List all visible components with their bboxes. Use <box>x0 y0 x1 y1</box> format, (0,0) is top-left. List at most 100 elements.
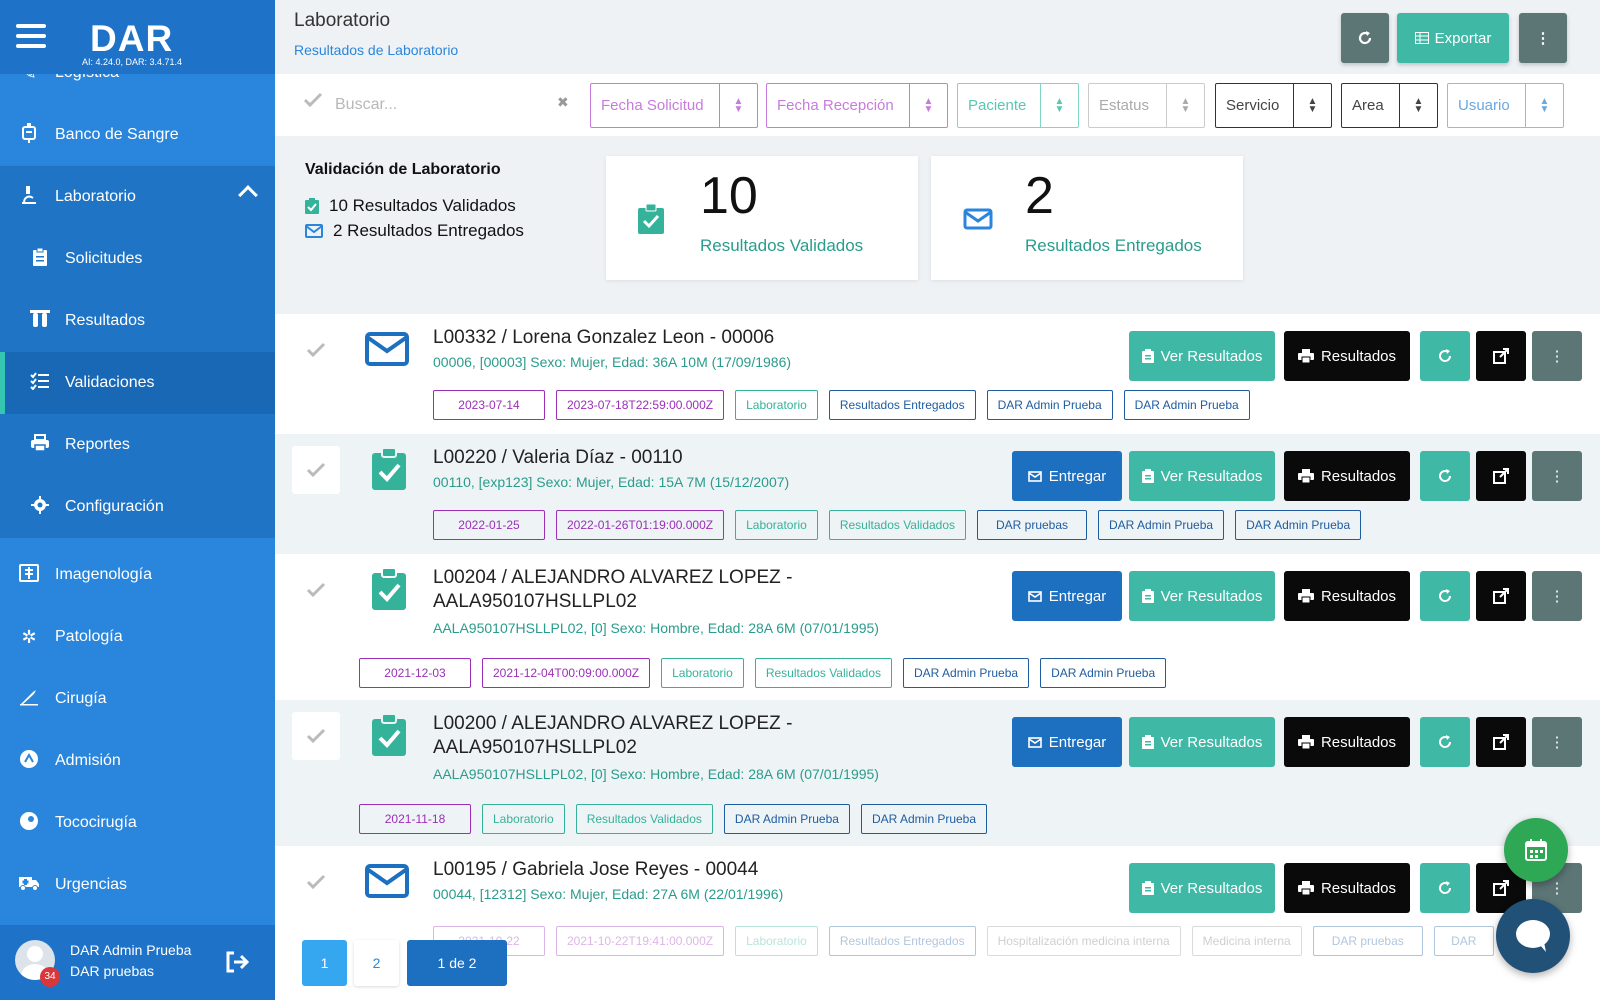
tag-area: Laboratorio <box>482 804 565 834</box>
sidebar-item-solicitudes[interactable]: Solicitudes <box>0 228 275 290</box>
notification-badge[interactable]: 34 <box>40 967 60 987</box>
ver-resultados-button[interactable]: Ver Resultados <box>1129 863 1275 913</box>
table-icon <box>1414 32 1429 44</box>
clipboard-icon <box>1141 589 1154 603</box>
ver-resultados-button[interactable]: Ver Resultados <box>1129 331 1275 381</box>
open-external-button[interactable] <box>1476 451 1526 501</box>
result-title[interactable]: L00220 / Valeria Díaz - 00110 <box>433 446 873 470</box>
printer-icon <box>1297 589 1314 603</box>
printer-icon <box>1297 469 1314 483</box>
open-external-button[interactable] <box>1476 571 1526 621</box>
print-resultados-button[interactable]: Resultados <box>1284 571 1410 621</box>
sidebar-item-imagenologia[interactable]: Imagenología <box>0 544 275 606</box>
filter-area[interactable]: Area ▲ ▼ <box>1341 83 1438 128</box>
sidebar-item-patologia[interactable]: ✲ Patología <box>0 606 275 668</box>
select-all-check-icon[interactable] <box>303 92 323 113</box>
export-button[interactable]: Exportar <box>1397 13 1509 63</box>
row-check-icon[interactable] <box>292 712 340 760</box>
chat-fab-button[interactable] <box>1496 899 1570 973</box>
menu-icon[interactable] <box>16 24 46 48</box>
result-title[interactable]: L00332 / Lorena Gonzalez Leon - 00006 <box>433 326 873 350</box>
sidebar-item-reportes[interactable]: Reportes <box>0 414 275 476</box>
page-2-button[interactable]: 2 <box>354 940 399 986</box>
tag-user: DAR <box>1433 926 1494 956</box>
result-title-line: L00200 / ALEJANDRO ALVAREZ LOPEZ - <box>433 713 793 734</box>
refresh-row-button[interactable] <box>1420 331 1470 381</box>
refresh-icon <box>1439 469 1452 482</box>
sidebar-item-cirugia[interactable]: Cirugía <box>0 668 275 730</box>
filter-fecha-solicitud[interactable]: Fecha Solicitud ▲ ▼ <box>590 83 758 128</box>
row-check-icon[interactable] <box>292 566 340 614</box>
validated-count: 10 <box>700 167 758 225</box>
sidebar-item-tococirugia[interactable]: Tococirugía <box>0 792 275 854</box>
entregar-button[interactable]: Entregar <box>1012 451 1122 501</box>
summary-delivered-text: 2 Resultados Entregados <box>333 221 524 240</box>
microscope-icon <box>17 185 41 210</box>
print-resultados-button[interactable]: Resultados <box>1284 451 1410 501</box>
clear-search-icon[interactable]: ✖ <box>557 94 569 111</box>
sidebar-item-admision[interactable]: Admisión <box>0 730 275 792</box>
sidebar-item-configuracion[interactable]: Configuración <box>0 476 275 538</box>
refresh-row-button[interactable] <box>1420 863 1470 913</box>
row-more-button[interactable]: ⋮ <box>1532 331 1582 381</box>
result-title[interactable]: L00204 / ALEJANDRO ALVAREZ LOPEZ - AALA9… <box>433 566 873 614</box>
kebab-icon: ⋮ <box>1549 468 1565 485</box>
logout-icon[interactable] <box>225 951 250 978</box>
sort-icon: ▲ ▼ <box>1040 84 1078 127</box>
external-link-icon <box>1493 734 1509 750</box>
clipboard-check-icon <box>372 714 406 756</box>
row-more-button[interactable]: ⋮ <box>1532 451 1582 501</box>
sidebar-item-resultados[interactable]: Resultados <box>0 290 275 352</box>
open-external-button[interactable] <box>1476 331 1526 381</box>
filter-servicio[interactable]: Servicio ▲ ▼ <box>1215 83 1332 128</box>
kebab-icon: ⋮ <box>1549 880 1565 897</box>
page-1-button[interactable]: 1 <box>302 940 347 986</box>
search-input[interactable] <box>335 86 535 124</box>
printer-icon <box>1297 349 1314 363</box>
calendar-fab-button[interactable] <box>1504 818 1568 882</box>
row-check-icon[interactable] <box>292 858 340 906</box>
sidebar-item-laboratorio[interactable]: Laboratorio <box>0 166 275 228</box>
print-resultados-button[interactable]: Resultados <box>1284 863 1410 913</box>
sort-icon: ▲ ▼ <box>1293 84 1331 127</box>
sort-icon: ▲ ▼ <box>1525 84 1563 127</box>
refresh-row-button[interactable] <box>1420 451 1470 501</box>
patient-info: 00044, [12312] Sexo: Mujer, Edad: 27A 6M… <box>433 886 784 902</box>
ver-resultados-button[interactable]: Ver Resultados <box>1129 571 1275 621</box>
sidebar-item-label: Banco de Sangre <box>55 126 179 143</box>
row-more-button[interactable]: ⋮ <box>1532 571 1582 621</box>
row-check-icon[interactable] <box>292 326 340 374</box>
open-external-button[interactable] <box>1476 717 1526 767</box>
envelope-icon <box>305 224 323 238</box>
filter-label: Servicio <box>1226 97 1280 114</box>
breadcrumb[interactable]: Resultados de Laboratorio <box>294 42 458 58</box>
tag-fecha-recepcion: 2022-01-26T01:19:00.000Z <box>556 510 725 540</box>
row-more-button[interactable]: ⋮ <box>1532 717 1582 767</box>
sidebar-item-validaciones[interactable]: Validaciones <box>0 352 275 414</box>
filter-usuario[interactable]: Usuario ▲ ▼ <box>1447 83 1564 128</box>
sidebar-item-banco-de-sangre[interactable]: Banco de Sangre <box>0 104 275 166</box>
sidebar-item-urgencias[interactable]: Urgencias <box>0 854 275 916</box>
filter-paciente[interactable]: Paciente ▲ ▼ <box>957 83 1079 128</box>
refresh-row-button[interactable] <box>1420 717 1470 767</box>
result-title[interactable]: L00195 / Gabriela Jose Reyes - 00044 <box>433 858 873 882</box>
ver-resultados-button[interactable]: Ver Resultados <box>1129 451 1275 501</box>
print-resultados-button[interactable]: Resultados <box>1284 717 1410 767</box>
row-check-icon[interactable] <box>292 446 340 494</box>
ver-resultados-button[interactable]: Ver Resultados <box>1129 717 1275 767</box>
tag-area: Laboratorio <box>661 658 744 688</box>
print-resultados-button[interactable]: Resultados <box>1284 331 1410 381</box>
entregar-button[interactable]: Entregar <box>1012 571 1122 621</box>
button-label: Resultados <box>1320 467 1397 485</box>
tag-area: Laboratorio <box>735 510 818 540</box>
refresh-row-button[interactable] <box>1420 571 1470 621</box>
page-info: 1 de 2 <box>407 940 507 986</box>
filter-fecha-recepcion[interactable]: Fecha Recepción ▲ ▼ <box>766 83 948 128</box>
summary-title: Validación de Laboratorio <box>305 161 501 178</box>
refresh-button[interactable] <box>1341 13 1389 63</box>
more-options-button[interactable]: ⋮ <box>1519 13 1567 63</box>
envelope-icon <box>963 208 993 230</box>
result-title[interactable]: L00200 / ALEJANDRO ALVAREZ LOPEZ - AALA9… <box>433 712 873 760</box>
filter-estatus[interactable]: Estatus ▲ ▼ <box>1088 83 1205 128</box>
entregar-button[interactable]: Entregar <box>1012 717 1122 767</box>
